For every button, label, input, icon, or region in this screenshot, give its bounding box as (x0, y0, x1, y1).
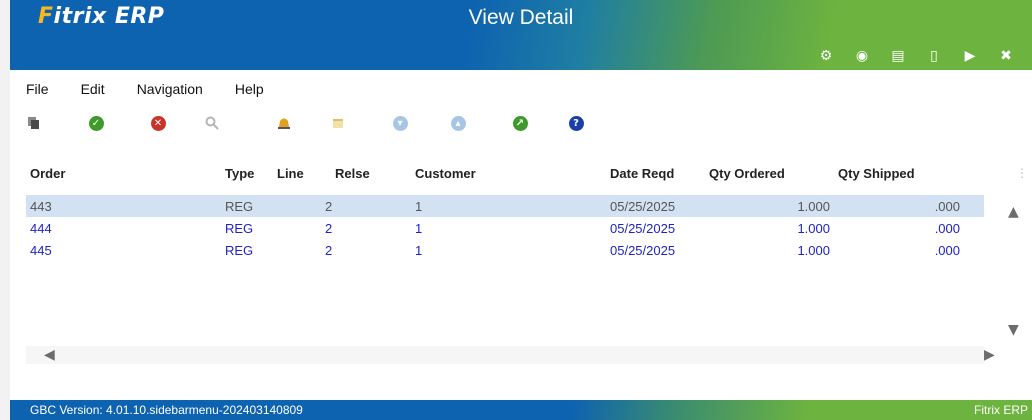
cell-date-reqd: 05/25/2025 (610, 199, 676, 214)
menu-bar: File Edit Navigation Help (10, 78, 280, 100)
column-relse[interactable]: Relse (335, 166, 370, 181)
menu-navigation[interactable]: Navigation (121, 78, 219, 100)
copy-icon[interactable] (24, 113, 44, 133)
header-icon-bar: ⚙ ◉ ▤ ▯ ▶ ✖ (808, 44, 1024, 68)
scroll-down-icon[interactable]: ▼ (1008, 322, 1019, 338)
alarm-bell-icon[interactable] (274, 113, 294, 133)
column-qty-shipped[interactable]: Qty Shipped (838, 166, 915, 181)
order-detail-table: Order Type Line Relse Customer Date Reqd… (20, 158, 1032, 380)
cancel-icon[interactable]: ✕ (148, 113, 168, 133)
cell-date-reqd: 05/25/2025 (610, 221, 676, 236)
table-row[interactable]: 444 REG 2 1 05/25/2025 1.000 .000 (26, 217, 984, 239)
menu-edit[interactable]: Edit (65, 78, 121, 100)
cell-type: REG (225, 243, 254, 258)
cell-line: 2 (325, 199, 333, 214)
version-label: GBC Version: 4.01.10.sidebarmenu-2024031… (30, 403, 303, 417)
scroll-left-icon[interactable]: ◀ (44, 347, 55, 363)
close-circle-icon[interactable]: ✖ (988, 44, 1024, 68)
table-row[interactable]: 443 REG 2 1 05/25/2025 1.000 .000 (26, 195, 984, 217)
page-title: View Detail (468, 6, 574, 29)
document-icon[interactable]: ▤ (880, 44, 916, 68)
help-icon[interactable]: ? (566, 113, 586, 133)
cell-date-reqd: 05/25/2025 (610, 243, 676, 258)
cell-type: REG (225, 199, 254, 214)
cell-qty-ordered: 1.000 (797, 221, 830, 236)
inbox-icon[interactable] (328, 113, 348, 133)
cell-order: 444 (30, 221, 52, 236)
play-icon[interactable]: ▶ (952, 44, 988, 68)
accept-icon[interactable]: ✓ (86, 113, 106, 133)
cell-order: 445 (30, 243, 52, 258)
search-icon[interactable] (202, 113, 222, 133)
column-type[interactable]: Type (225, 166, 254, 181)
table-row[interactable]: 445 REG 2 1 05/25/2025 1.000 .000 (26, 239, 984, 261)
cell-qty-shipped: .000 (934, 243, 960, 258)
column-line[interactable]: Line (277, 166, 304, 181)
column-order[interactable]: Order (30, 166, 65, 181)
column-menu-icon[interactable]: ⋮ (1016, 166, 1028, 180)
target-icon[interactable]: ◉ (844, 44, 880, 68)
cell-qty-ordered: 1.000 (797, 243, 830, 258)
scroll-right-icon[interactable]: ▶ (984, 347, 995, 363)
cell-line: 2 (325, 243, 333, 258)
column-date-reqd[interactable]: Date Reqd (610, 166, 674, 181)
new-document-icon[interactable]: ▯ (916, 44, 952, 68)
cell-order: 443 (30, 199, 52, 214)
status-bar: GBC Version: 4.01.10.sidebarmenu-2024031… (10, 400, 1032, 420)
chevron-down-icon[interactable]: ▾ (390, 113, 410, 133)
column-qty-ordered[interactable]: Qty Ordered (709, 166, 785, 181)
table-header: Order Type Line Relse Customer Date Reqd… (20, 158, 990, 190)
menu-file[interactable]: File (10, 78, 65, 100)
cell-qty-shipped: .000 (934, 221, 960, 236)
cell-relse: 1 (415, 221, 423, 236)
column-customer[interactable]: Customer (415, 166, 476, 181)
chevron-up-icon[interactable]: ▴ (448, 113, 468, 133)
scroll-up-icon[interactable]: ▲ (1008, 204, 1019, 220)
header-bar: Fitrix ERP View Detail ⚙ ◉ ▤ ▯ ▶ ✖ (10, 0, 1032, 70)
app-window: Fitrix ERP View Detail ⚙ ◉ ▤ ▯ ▶ ✖ File … (10, 0, 1032, 420)
cell-qty-ordered: 1.000 (797, 199, 830, 214)
refresh-icon[interactable]: ↗ (510, 113, 530, 133)
cell-relse: 1 (415, 243, 423, 258)
brand-label: Fitrix ERP (974, 403, 1028, 417)
gear-icon[interactable]: ⚙ (808, 44, 844, 68)
cell-type: REG (225, 221, 254, 236)
cell-line: 2 (325, 221, 333, 236)
cell-qty-shipped: .000 (934, 199, 960, 214)
toolbar: ✓ ✕ ▾ ▴ ↗ ? (18, 110, 586, 136)
horizontal-scrollbar[interactable]: ◀ ▶ (26, 346, 995, 364)
menu-help[interactable]: Help (219, 78, 280, 100)
vertical-scrollbar[interactable]: ⋮ ▲ ▼ (990, 158, 1030, 348)
cell-relse: 1 (415, 199, 423, 214)
